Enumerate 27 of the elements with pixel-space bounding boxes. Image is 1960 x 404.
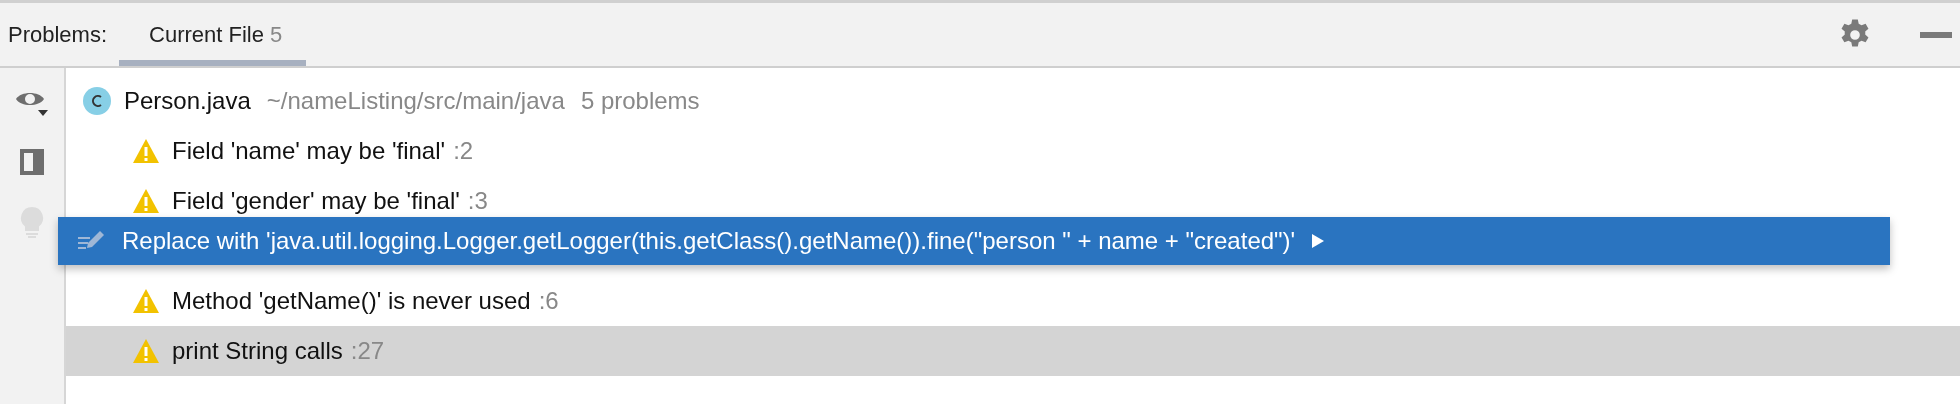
quick-fix-popup[interactable]: Replace with 'java.util.logging.Logger.getLogger(this.getClass().getName()).fine("person " + name + "created")'	[58, 217, 1890, 265]
submenu-arrow-icon	[1311, 233, 1326, 249]
warning-icon	[132, 188, 160, 214]
warning-icon	[132, 138, 160, 164]
quick-fix-text: Replace with 'java.util.logging.Logger.getLogger(this.getClass().getName()).fine("person " + name + "created")'	[122, 226, 1296, 256]
panel-title: Problems:	[7, 21, 108, 49]
minimize-icon[interactable]	[1920, 31, 1952, 38]
warning-icon	[132, 288, 160, 314]
line-number: :2	[453, 136, 474, 166]
line-number: :3	[467, 186, 488, 216]
problem-count: 5	[269, 22, 283, 47]
file-name[interactable]: Person.java	[124, 83, 251, 119]
panel-icon[interactable]	[19, 148, 45, 176]
problem-text: print String calls	[172, 336, 343, 366]
problem-summary: 5 problems	[580, 86, 700, 116]
problem-row[interactable]: Method 'getName()' is never used :6	[66, 276, 1960, 326]
line-number: :27	[350, 336, 385, 366]
problem-row[interactable]: print String calls :27	[66, 326, 1960, 376]
problem-text: Method 'getName()' is never used	[172, 286, 531, 316]
problem-text: Field 'gender' may be 'final'	[172, 186, 460, 216]
file-path: ~/nameListing/src/main/java	[266, 86, 565, 116]
warning-icon	[132, 338, 160, 364]
tab[interactable]: Current File 5	[119, 3, 307, 66]
line-number: :6	[538, 286, 559, 316]
problem-row[interactable]: Field 'name' may be 'final' :2	[66, 126, 1960, 176]
problem-text: Field 'name' may be 'final'	[172, 136, 446, 166]
class-icon	[82, 86, 112, 116]
